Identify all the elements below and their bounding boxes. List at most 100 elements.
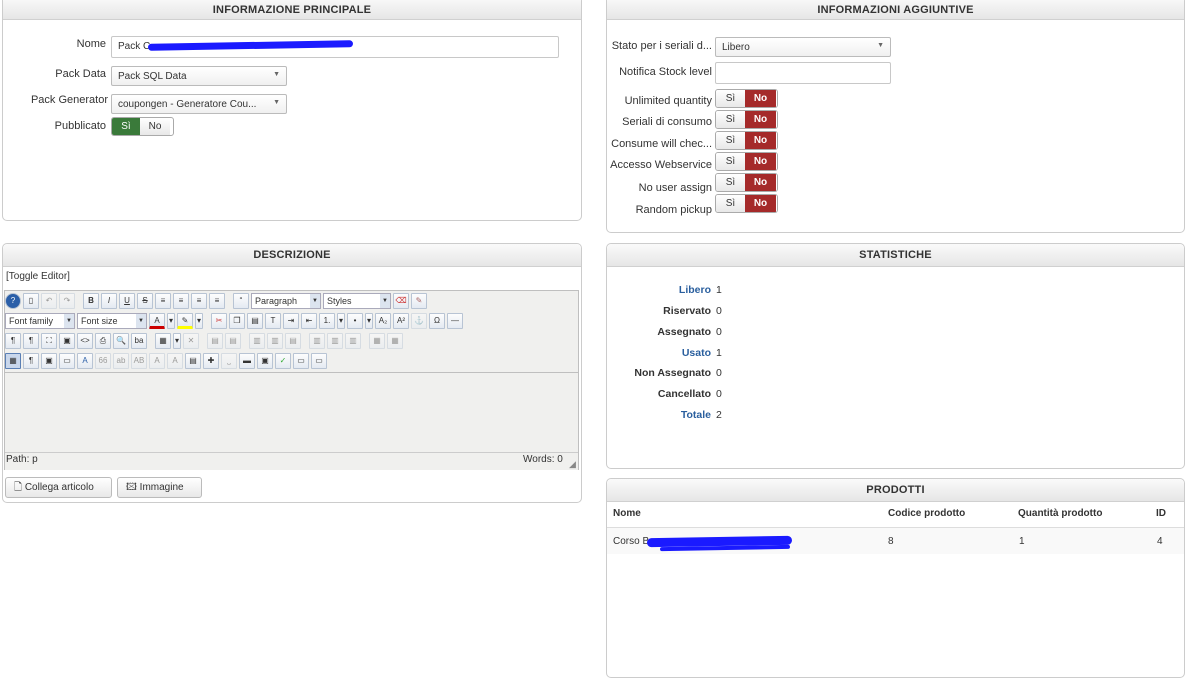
blockquote-icon[interactable]: “ — [233, 293, 249, 309]
rtl-icon[interactable]: ¶ — [23, 333, 39, 349]
toggle-yes[interactable]: Sì — [716, 174, 745, 191]
copy-icon[interactable]: ❐ — [229, 313, 245, 329]
cut-icon[interactable]: ✂ — [211, 313, 227, 329]
replace-icon[interactable]: ba — [131, 333, 147, 349]
acronym-icon[interactable]: AB — [131, 353, 147, 369]
row-props-icon[interactable]: ▦ — [387, 333, 403, 349]
subscript-icon[interactable]: A₂ — [375, 313, 391, 329]
toggle-no[interactable]: No — [745, 153, 776, 170]
find-icon[interactable]: 🔍 — [113, 333, 129, 349]
anchor-icon[interactable]: ⚓ — [411, 313, 427, 329]
toggle-unlimited-quantity[interactable]: Sì No — [715, 89, 778, 108]
pack-data-select[interactable]: Pack SQL Data ▼ — [111, 66, 287, 86]
highlight-color-icon[interactable]: ✎ — [177, 313, 193, 329]
strikethrough-icon[interactable]: S — [137, 293, 153, 309]
redo-icon[interactable]: ↷ — [59, 293, 75, 309]
style-props-icon[interactable]: A — [77, 353, 93, 369]
toggle-random-pickup[interactable]: Sì No — [715, 194, 778, 213]
published-no[interactable]: No — [140, 118, 170, 135]
table-dropdown-icon[interactable]: ▾ — [173, 333, 181, 349]
table-icon[interactable]: ▦ — [155, 333, 171, 349]
align-right-icon[interactable]: ≡ — [209, 293, 225, 309]
row-before-icon[interactable]: ▤ — [207, 333, 223, 349]
eraser-icon[interactable]: ⌫ — [393, 293, 409, 309]
link-article-button[interactable]: 🗋 Collega articolo — [5, 477, 112, 498]
paragraph-mark-icon[interactable]: ¶ — [23, 353, 39, 369]
col-after-icon[interactable]: ▥ — [267, 333, 283, 349]
fullscreen-icon[interactable]: ⛶ — [41, 333, 57, 349]
paste-icon[interactable]: ▤ — [247, 313, 263, 329]
toggle-no[interactable]: No — [745, 174, 776, 191]
abbr-icon[interactable]: ab — [113, 353, 129, 369]
color-dropdown-icon[interactable]: ▾ — [167, 313, 175, 329]
styles-select[interactable]: Styles ▼ — [323, 293, 391, 309]
code-icon[interactable]: <> — [77, 333, 93, 349]
new-document-icon[interactable]: ▯ — [23, 293, 39, 309]
delete-row-icon[interactable]: ▤ — [285, 333, 301, 349]
superscript-icon[interactable]: A² — [393, 313, 409, 329]
color-dropdown-icon[interactable]: ▾ — [195, 313, 203, 329]
font-family-select[interactable]: Font family ▼ — [5, 313, 75, 329]
help-icon[interactable]: ? — [5, 293, 21, 309]
visual-aid-icon[interactable]: ▦ — [5, 353, 21, 369]
split-cell-icon[interactable]: ▥ — [309, 333, 325, 349]
paragraph-select[interactable]: Paragraph ▼ — [251, 293, 321, 309]
toggle-yes[interactable]: Sì — [716, 153, 745, 170]
layer-icon[interactable]: ▭ — [59, 353, 75, 369]
add-icon[interactable]: ✚ — [203, 353, 219, 369]
toggle-no[interactable]: No — [745, 111, 776, 128]
ins-icon[interactable]: A — [167, 353, 183, 369]
product-name-link[interactable]: Corso B — [613, 536, 649, 547]
italic-icon[interactable]: I — [101, 293, 117, 309]
horizontal-rule-icon[interactable]: — — [447, 313, 463, 329]
toggle-no[interactable]: No — [745, 132, 776, 149]
undo-icon[interactable]: ↶ — [41, 293, 57, 309]
bold-icon[interactable]: B — [83, 293, 99, 309]
toggle-consume-serials[interactable]: Sì No — [715, 110, 778, 129]
image-icon[interactable]: ▣ — [257, 353, 273, 369]
preview-icon[interactable]: ▣ — [59, 333, 75, 349]
omega-icon[interactable]: Ω — [429, 313, 445, 329]
paste-text-icon[interactable]: T — [265, 313, 281, 329]
toggle-no[interactable]: No — [745, 195, 776, 212]
delete-table-icon[interactable]: ✕ — [183, 333, 199, 349]
toggle-consume-check[interactable]: Sì No — [715, 131, 778, 150]
editor-content-area[interactable] — [5, 372, 578, 453]
brush-icon[interactable]: ✎ — [411, 293, 427, 309]
list-dropdown-icon[interactable]: ▾ — [365, 313, 373, 329]
toggle-yes[interactable]: Sì — [716, 111, 745, 128]
toggle-webservice-access[interactable]: Sì No — [715, 152, 778, 171]
toggle-no[interactable]: No — [745, 90, 776, 107]
align-left-icon[interactable]: ≡ — [191, 293, 207, 309]
font-size-select[interactable]: Font size ▼ — [77, 313, 147, 329]
bullet-list-icon[interactable]: • — [347, 313, 363, 329]
toggle-yes[interactable]: Sì — [716, 90, 745, 107]
toggle-no-user-assign[interactable]: Sì No — [715, 173, 778, 192]
toggle-yes[interactable]: Sì — [716, 132, 745, 149]
advanced-icon[interactable]: ▭ — [311, 353, 327, 369]
indent-icon[interactable]: ⇥ — [283, 313, 299, 329]
template-icon[interactable]: ▣ — [41, 353, 57, 369]
published-toggle[interactable]: Sì No — [111, 117, 174, 136]
nonbreaking-icon[interactable]: ⎵ — [221, 353, 237, 369]
list-dropdown-icon[interactable]: ▾ — [337, 313, 345, 329]
row-after-icon[interactable]: ▤ — [225, 333, 241, 349]
pagebreak-icon[interactable]: ▬ — [239, 353, 255, 369]
cell-props-icon[interactable]: ▦ — [369, 333, 385, 349]
toggle-editor-link[interactable]: [Toggle Editor] — [6, 271, 70, 282]
pack-generator-select[interactable]: coupongen - Generatore Cou... ▼ — [111, 94, 287, 114]
image-button[interactable]: 🖾 Immagine — [117, 477, 202, 498]
merge-cell-icon[interactable]: ▥ — [327, 333, 343, 349]
resize-handle-icon[interactable]: ◢ — [569, 459, 576, 470]
del-icon[interactable]: A — [149, 353, 165, 369]
spellcheck-icon[interactable]: ✓ — [275, 353, 291, 369]
toggle-yes[interactable]: Sì — [716, 195, 745, 212]
print-icon[interactable]: ⎙ — [95, 333, 111, 349]
published-yes[interactable]: Sì — [112, 118, 140, 135]
text-color-icon[interactable]: A — [149, 313, 165, 329]
ltr-icon[interactable]: ¶ — [5, 333, 21, 349]
media-icon[interactable]: ▭ — [293, 353, 309, 369]
justify-full-icon[interactable]: ≡ — [155, 293, 171, 309]
underline-icon[interactable]: U — [119, 293, 135, 309]
numbered-list-icon[interactable]: 1. — [319, 313, 335, 329]
